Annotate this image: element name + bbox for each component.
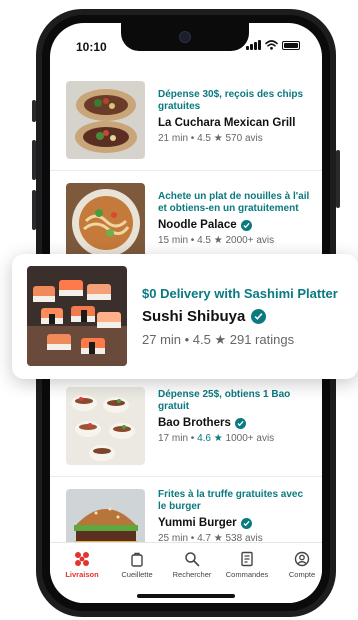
tab-label: Compte [288, 570, 316, 579]
tab-commandes[interactable]: Commandes [219, 551, 275, 579]
featured-restaurant-card[interactable]: $0 Delivery with Sashimi Platter Sushi S… [12, 254, 358, 379]
featured-restaurant-name: Sushi Shibuya [142, 308, 246, 325]
tab-cueillette[interactable]: Cueillette [109, 551, 165, 579]
signal-icon [246, 40, 261, 50]
verified-badge-icon [240, 219, 252, 231]
tab-compte[interactable]: Compte [274, 551, 322, 579]
verified-badge-icon [240, 517, 252, 529]
promo-text: Dépense 30$, reçois des chips gratuites [158, 89, 304, 112]
tab-label: Livraison [65, 570, 99, 579]
tab-livraison[interactable]: Livraison [54, 551, 110, 579]
promo-text: Achete un plat de nouilles à l'ail et ob… [158, 191, 310, 214]
food-image-sushi [27, 266, 127, 366]
food-image-burritos [66, 81, 145, 159]
tab-label: Cueillette [121, 570, 153, 579]
pickup-bag-icon [131, 552, 143, 567]
restaurant-card[interactable]: Dépense 25$, obtiens 1 Bao gratuit Bao B… [50, 375, 322, 477]
search-icon [185, 552, 200, 567]
restaurant-meta: 21 min • 4.5 ★ 570 avis [158, 133, 263, 144]
phone-power-button [336, 150, 340, 208]
battery-icon [282, 40, 300, 50]
tab-rechercher[interactable]: Rechercher [164, 551, 220, 579]
account-icon [294, 551, 310, 567]
restaurant-name: Noodle Palace [158, 219, 237, 231]
featured-promo-text: $0 Delivery with Sashimi Platter [142, 286, 338, 301]
verified-badge-icon [234, 417, 246, 429]
orders-receipt-icon [241, 551, 253, 567]
camera-icon [179, 31, 191, 43]
featured-restaurant-meta: 27 min • 4.5 ★ 291 ratings [142, 332, 295, 347]
verified-badge-icon [251, 309, 267, 324]
promo-text: Dépense 25$, obtiens 1 Bao gratuit [158, 389, 291, 412]
food-image-noodles [66, 183, 145, 261]
status-time: 10:10 [76, 40, 107, 54]
wifi-icon [265, 40, 278, 50]
delivery-icon [75, 552, 89, 566]
meta-time: 17 min • [158, 433, 198, 444]
restaurant-name: Yummi Burger [158, 517, 237, 529]
restaurant-meta: 15 min • 4.5 ★ 2000+ avis [158, 235, 275, 246]
meta-rating: 4.6 ★ [197, 433, 223, 444]
restaurant-card[interactable]: Dépense 30$, reçois des chips gratuites … [50, 69, 322, 171]
restaurant-name: Bao Brothers [158, 417, 231, 429]
tab-label: Commandes [225, 570, 269, 579]
notch [121, 23, 249, 51]
home-indicator [137, 594, 235, 598]
restaurant-name: La Cuchara Mexican Grill [158, 117, 296, 129]
tab-label: Rechercher [172, 570, 212, 579]
food-image-bao-buns [66, 387, 145, 465]
restaurant-meta: 17 min • 4.6 ★ 1000+ avis [158, 433, 310, 444]
meta-count: 1000+ avis [222, 433, 275, 444]
status-icons [246, 40, 300, 50]
bottom-tab-bar: Livraison Cueillette Rechercher Commande… [50, 542, 322, 603]
promo-text: Frites à la truffe gratuites avec le bur… [158, 489, 304, 512]
